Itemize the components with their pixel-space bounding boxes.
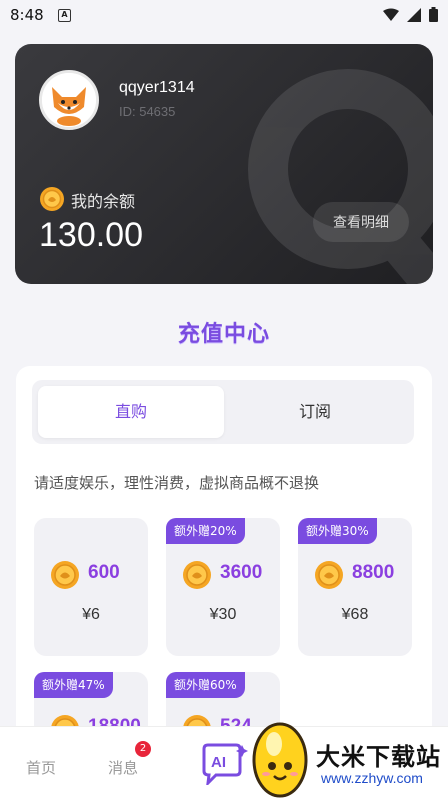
package-coins: 8800 xyxy=(352,562,395,583)
fox-avatar-icon xyxy=(42,73,96,127)
status-bar: 8:48 A xyxy=(0,0,448,32)
wifi-icon xyxy=(383,8,399,21)
avatar[interactable] xyxy=(39,70,99,130)
coin-icon xyxy=(315,561,343,589)
tab-subscription[interactable]: 订阅 xyxy=(222,386,408,438)
balance-label: 我的余额 xyxy=(71,192,136,211)
package-card-3600[interactable]: 额外赠20% 3600 ¥30 xyxy=(166,518,280,656)
package-card-8800[interactable]: 额外赠30% 8800 ¥68 xyxy=(298,518,412,656)
coin-icon xyxy=(183,561,211,589)
status-time: 8:48 xyxy=(10,6,44,24)
bonus-badge: 额外赠20% xyxy=(166,518,245,544)
site-mascot-logo xyxy=(252,722,308,798)
ai-label: AI xyxy=(211,754,226,771)
signal-icon xyxy=(407,7,421,22)
nav-messages[interactable]: 消息 xyxy=(108,757,138,778)
ai-assistant-icon[interactable]: AI xyxy=(200,743,248,785)
bonus-badge: 额外赠60% xyxy=(166,672,245,698)
site-watermark-url: www.zzhyw.com xyxy=(321,770,423,786)
system-icons xyxy=(383,7,438,22)
battery-icon xyxy=(429,7,438,22)
notice-text: 请适度娱乐，理性消费，虚拟商品概不退换 xyxy=(34,474,320,492)
package-price: ¥6 xyxy=(82,606,100,623)
card-watermark-icon xyxy=(248,69,433,284)
package-coins: 600 xyxy=(88,562,120,583)
site-watermark-name: 大米下载站 xyxy=(316,743,441,771)
profile-card: qqyer1314 ID: 54635 我的余额 130.00 查看明细 xyxy=(15,44,433,284)
view-details-button[interactable]: 查看明细 xyxy=(313,202,409,242)
tab-direct-purchase[interactable]: 直购 xyxy=(38,386,224,438)
package-price: ¥68 xyxy=(341,606,369,623)
coin-icon xyxy=(40,187,64,211)
notification-app-icon: A xyxy=(58,9,71,22)
messages-count-badge: 2 xyxy=(135,741,151,757)
purchase-type-tabs: 直购 订阅 xyxy=(32,380,414,444)
coin-icon xyxy=(51,561,79,589)
package-price: ¥30 xyxy=(209,606,237,623)
package-card-600[interactable]: 600 ¥6 xyxy=(34,518,148,656)
user-id: ID: 54635 xyxy=(119,104,176,119)
bonus-badge: 额外赠30% xyxy=(298,518,377,544)
package-coins: 3600 xyxy=(220,562,263,583)
page-title: 充值中心 xyxy=(177,322,270,347)
nav-home[interactable]: 首页 xyxy=(26,757,56,778)
username: qqyer1314 xyxy=(119,79,195,96)
bonus-badge: 额外赠47% xyxy=(34,672,113,698)
balance-value: 130.00 xyxy=(39,216,143,254)
